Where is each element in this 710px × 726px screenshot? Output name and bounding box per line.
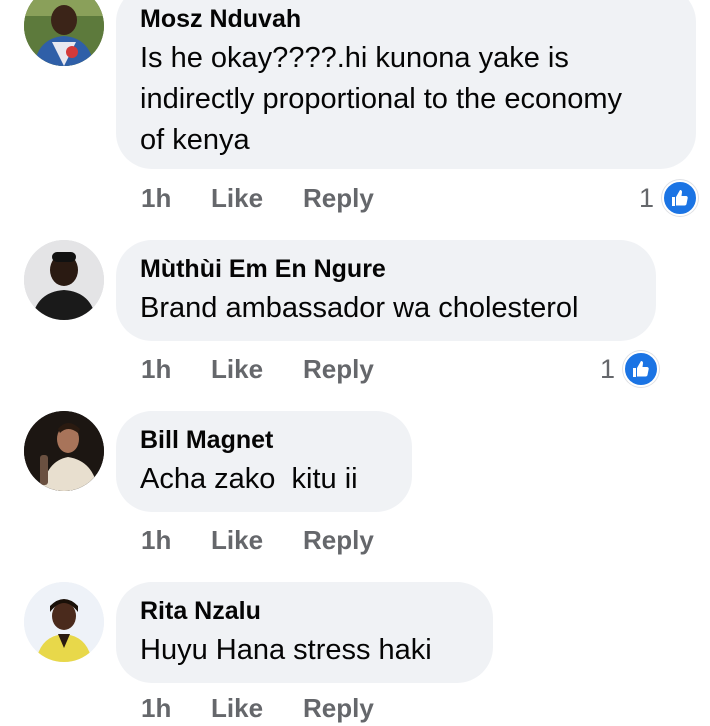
comment-author[interactable]: Rita Nzalu	[140, 596, 469, 626]
comment-text: Huyu Hana stress haki	[140, 634, 432, 666]
avatar-photo	[24, 582, 104, 662]
like-button[interactable]: Like	[211, 183, 303, 214]
comment-time[interactable]: 1h	[141, 693, 211, 724]
comment-time[interactable]: 1h	[141, 525, 211, 556]
comment-bubble: Rita Nzalu Huyu Hana stress haki	[116, 582, 493, 683]
avatar[interactable]	[24, 411, 104, 491]
avatar-photo	[24, 0, 104, 66]
reply-button[interactable]: Reply	[303, 354, 374, 385]
comment-text: Is he okay????.hi kunona yake is indirec…	[140, 42, 622, 156]
reply-button[interactable]: Reply	[303, 693, 374, 724]
reaction-summary[interactable]: 1	[600, 351, 660, 387]
like-button[interactable]: Like	[211, 525, 303, 556]
reply-button[interactable]: Reply	[303, 525, 374, 556]
reaction-count: 1	[600, 353, 616, 384]
avatar[interactable]	[24, 240, 104, 320]
reaction-count: 1	[639, 182, 655, 213]
comment-text: Brand ambassador wa cholesterol	[140, 292, 579, 324]
comment-actions: 1h Like Reply	[141, 690, 374, 726]
comment-bubble: Mùthùi Em En Ngure Brand ambassador wa c…	[116, 240, 656, 341]
avatar-photo	[24, 411, 104, 491]
comment-actions: 1h Like Reply	[141, 351, 374, 387]
thumbs-up-icon	[623, 351, 660, 387]
comment-actions: 1h Like Reply	[141, 180, 374, 216]
reaction-summary[interactable]: 1	[639, 180, 699, 216]
avatar-photo	[24, 240, 104, 320]
comment-actions: 1h Like Reply	[141, 522, 374, 558]
like-button[interactable]: Like	[211, 693, 303, 724]
like-button[interactable]: Like	[211, 354, 303, 385]
comment-time[interactable]: 1h	[141, 354, 211, 385]
thumbs-up-icon	[662, 180, 699, 216]
comment-text: Acha zako kitu ii	[140, 463, 358, 495]
comment-author[interactable]: Bill Magnet	[140, 425, 388, 455]
comment-author[interactable]: Mosz Nduvah	[140, 4, 672, 34]
comment-bubble: Bill Magnet Acha zako kitu ii	[116, 411, 412, 512]
avatar[interactable]	[24, 0, 104, 66]
avatar[interactable]	[24, 582, 104, 662]
comment-author[interactable]: Mùthùi Em En Ngure	[140, 254, 632, 284]
reply-button[interactable]: Reply	[303, 183, 374, 214]
comment-bubble: Mosz Nduvah Is he okay????.hi kunona yak…	[116, 0, 696, 169]
comment-time[interactable]: 1h	[141, 183, 211, 214]
